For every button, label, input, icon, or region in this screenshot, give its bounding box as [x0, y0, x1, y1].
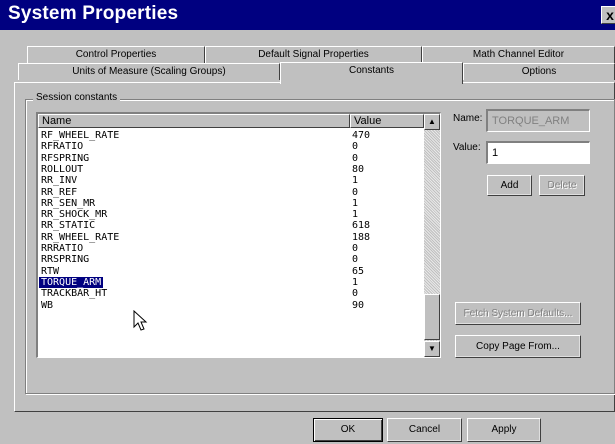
constant-name: RFSPRING [41, 152, 90, 164]
apply-button[interactable]: Apply [467, 418, 541, 442]
list-header: Name Value [38, 114, 424, 128]
list-item[interactable]: RRRATIO 0 [38, 243, 424, 254]
constant-name: TORQUE_ARM [38, 275, 105, 289]
mouse-pointer-icon [133, 310, 148, 331]
constant-name: RR_STATIC [41, 220, 96, 232]
constant-value: 0 [352, 186, 359, 198]
constant-value: 90 [352, 299, 365, 311]
list-item[interactable]: RFRATIO 0 [38, 141, 424, 152]
list-item[interactable]: RR_REF 0 [38, 187, 424, 198]
list-item[interactable]: RR_WHEEL_RATE 188 [38, 232, 424, 243]
list-item[interactable]: WB 90 [38, 300, 424, 311]
window-title: System Properties [8, 3, 179, 24]
constant-value: 0 [352, 141, 359, 153]
copy-page-from-button[interactable]: Copy Page From... [455, 335, 581, 358]
column-header-name[interactable]: Name [38, 114, 350, 128]
list-item[interactable]: ROLLOUT 80 [38, 164, 424, 175]
constant-name: RRRATIO [41, 243, 84, 254]
tab-control-properties[interactable]: Control Properties [27, 46, 205, 63]
tab-constants[interactable]: Constants [280, 62, 463, 84]
constant-name: WB [41, 299, 54, 311]
constant-value: 1 [352, 276, 359, 288]
list-item[interactable]: RR_SEN_MR 1 [38, 198, 424, 209]
constant-name: ROLLOUT [41, 163, 84, 175]
scroll-up-button[interactable]: ▲ [424, 114, 440, 130]
constant-name: RF_WHEEL_RATE [41, 130, 120, 141]
constant-value: 0 [352, 152, 359, 164]
constant-value: 1 [352, 197, 359, 209]
constant-name: RR_SHOCK_MR [41, 209, 108, 221]
list-item[interactable]: RF_WHEEL_RATE 470 [38, 130, 424, 141]
constant-value: 0 [352, 288, 359, 300]
ok-button[interactable]: OK [313, 418, 383, 442]
title-bar: System Properties x [0, 0, 615, 30]
constant-name: RRSPRING [41, 254, 90, 266]
tab-options[interactable]: Options [463, 63, 615, 80]
group-label: Session constants [33, 92, 121, 103]
add-button[interactable]: Add [487, 175, 532, 196]
constant-value: 65 [352, 265, 365, 277]
constant-value: 0 [352, 243, 359, 254]
fetch-system-defaults-button[interactable]: Fetch System Defaults... [455, 302, 581, 325]
list-item[interactable]: TORQUE_ARM 1 [38, 275, 424, 289]
list-item[interactable]: RR_INV 1 [38, 175, 424, 186]
constant-value: 470 [352, 130, 371, 141]
tab-math-channel-editor[interactable]: Math Channel Editor [422, 46, 615, 63]
cancel-button[interactable]: Cancel [387, 418, 462, 442]
constant-name: RR_INV [41, 175, 78, 187]
constant-value: 1 [352, 175, 359, 187]
value-label: Value: [453, 142, 481, 153]
tab-units-of-measure[interactable]: Units of Measure (Scaling Groups) [18, 63, 280, 80]
list-item[interactable]: RTW 65 [38, 266, 424, 277]
scroll-down-button[interactable]: ▼ [424, 341, 440, 357]
tab-default-signal-properties[interactable]: Default Signal Properties [205, 46, 422, 63]
column-header-value[interactable]: Value [350, 114, 424, 128]
close-button[interactable]: x [601, 6, 615, 24]
constant-value: 0 [352, 254, 359, 266]
list-item[interactable]: TRACKBAR_HT 0 [38, 288, 424, 299]
constant-value: 1 [352, 209, 359, 221]
name-field[interactable]: TORQUE_ARM [486, 109, 590, 132]
delete-button[interactable]: Delete [539, 175, 585, 196]
constant-name: RTW [41, 265, 60, 277]
constant-name: RFRATIO [41, 141, 84, 153]
constants-list[interactable]: Name Value RF_WHEEL_RATE 470 RFRATIO 0 RFSPR… [36, 112, 441, 358]
name-label: Name: [453, 113, 483, 124]
scroll-thumb[interactable] [424, 294, 440, 340]
list-scrollbar[interactable]: ▲ ▼ [424, 114, 440, 357]
list-item[interactable]: RR_SHOCK_MR 1 [38, 209, 424, 220]
list-item[interactable]: RR_STATIC 618 [38, 220, 424, 231]
constant-value: 618 [352, 220, 371, 232]
value-field[interactable]: 1 [486, 141, 590, 164]
constant-name: TRACKBAR_HT [41, 288, 108, 300]
list-item[interactable]: RFSPRING 0 [38, 153, 424, 164]
constant-value: 80 [352, 163, 365, 175]
constant-name: RR_SEN_MR [41, 197, 96, 209]
constant-name: RR_WHEEL_RATE [41, 231, 120, 243]
constant-name: RR_REF [41, 186, 78, 198]
constant-value: 188 [352, 231, 371, 243]
list-item[interactable]: RRSPRING 0 [38, 254, 424, 265]
